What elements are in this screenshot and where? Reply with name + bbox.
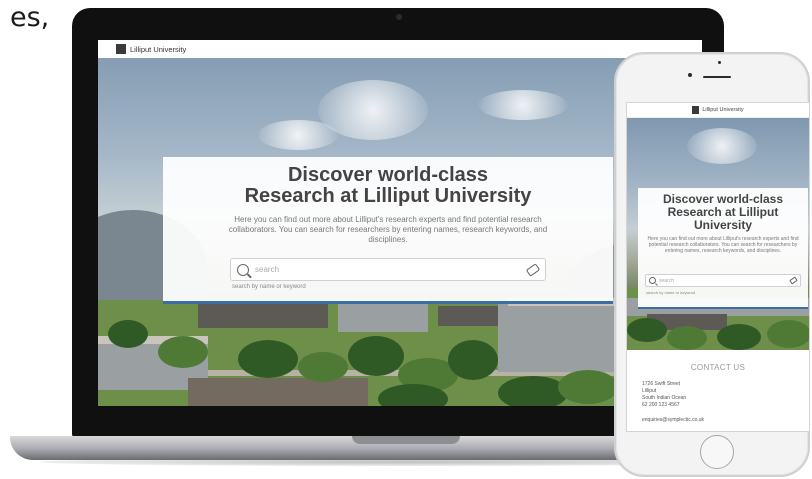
site-brand[interactable]: Lilliput University — [130, 45, 186, 54]
mobile-search-hint: search by name or keyword — [646, 290, 696, 295]
search-icon[interactable] — [649, 277, 656, 284]
tag-icon[interactable] — [789, 276, 798, 285]
caption-fragment: es, — [10, 2, 50, 33]
contact-phone[interactable]: 62 200 123 4567 — [642, 402, 686, 409]
contact-address: 1726 Swift Street Lilliput South Indian … — [642, 381, 686, 409]
tag-icon[interactable] — [525, 262, 541, 277]
mobile-hero-title: Discover world-class Research at Lillipu… — [662, 192, 784, 232]
hero-title: Discover world-class Research at Lillipu… — [163, 165, 613, 207]
phone-front-camera — [718, 61, 721, 64]
site-header: Lilliput University — [98, 40, 702, 58]
mobile-campus-photo: Discover world-class Research at Lillipu… — [627, 118, 809, 350]
search-placeholder[interactable]: search — [255, 265, 521, 274]
mobile-hero-card: Discover world-class Research at Lillipu… — [638, 188, 808, 309]
phone-home-button[interactable] — [700, 435, 734, 469]
phone-sensor — [688, 73, 692, 77]
address-line-2: Lilliput — [642, 388, 657, 394]
address-line-3: South Indian Ocean — [642, 395, 687, 401]
hero-description: Here you can find out more about Lillipu… — [228, 215, 548, 244]
hero-title-line-1: Discover world-class — [287, 164, 489, 186]
mobile-search-input[interactable]: search — [645, 274, 801, 287]
phone-screen: Lilliput University Discover world-class… — [626, 102, 810, 432]
address-line-1: 1726 Swift Street — [642, 381, 681, 387]
mobile-search-placeholder[interactable]: search — [659, 278, 787, 284]
contact-email-link[interactable]: enquiries@symplectic.co.uk — [642, 417, 704, 423]
laptop-notch — [352, 436, 460, 444]
contact-section: CONTACT US 1726 Swift Street Lilliput So… — [627, 350, 809, 431]
mobile-hero-description: Here you can find out more about Lillipu… — [647, 236, 799, 254]
laptop-camera — [396, 14, 402, 20]
hero-title-line-2: Research at Lilliput University — [244, 185, 532, 207]
university-logo-icon[interactable] — [116, 44, 126, 54]
search-input[interactable]: search — [230, 258, 546, 281]
contact-title: CONTACT US — [690, 363, 746, 372]
search-hint: search by name or keyword — [232, 284, 306, 290]
laptop-screen: Lilliput University Discover world-class… — [98, 40, 702, 406]
hero-card: Discover world-class Research at Lillipu… — [163, 157, 613, 304]
mobile-site-header: Lilliput University — [627, 103, 809, 118]
mobile-site-brand[interactable]: Lilliput University — [702, 107, 743, 113]
search-icon[interactable] — [237, 263, 249, 276]
phone-speaker — [703, 76, 731, 78]
university-logo-icon[interactable] — [692, 106, 700, 114]
